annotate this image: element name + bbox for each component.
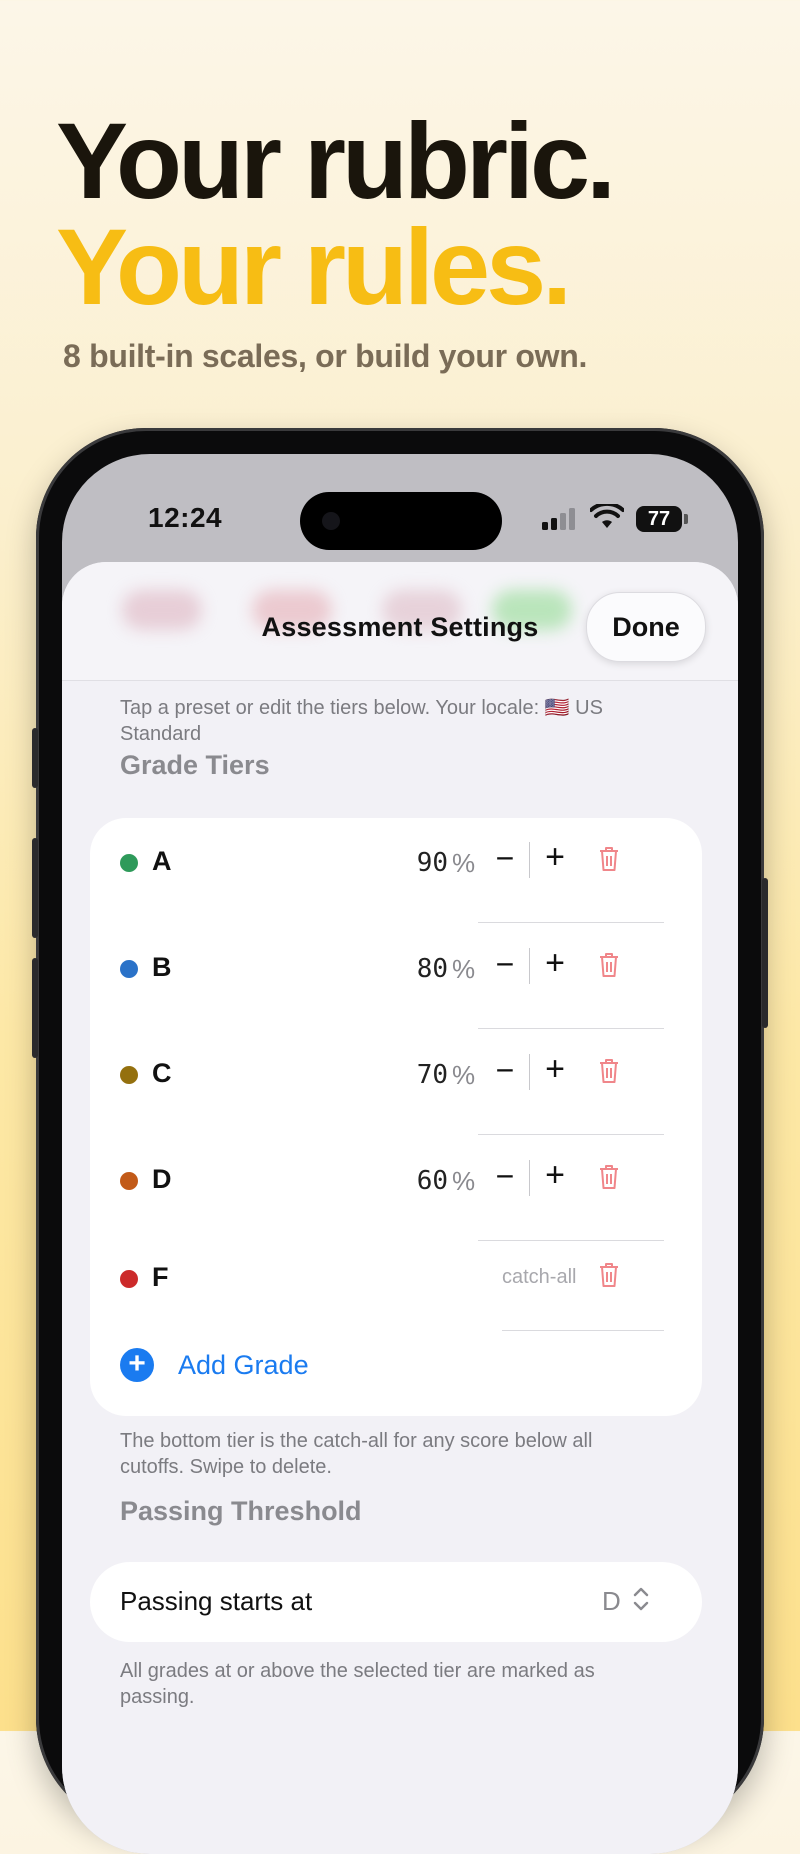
plus-circle-icon[interactable]: + [120,1348,154,1382]
stepper-divider [529,1160,530,1196]
passing-threshold-heading: Passing Threshold [120,1496,362,1526]
tier-letter: F [152,1262,169,1292]
catch-all-label: catch-all [502,1266,577,1288]
tier-color-dot [120,960,138,978]
row-divider [478,1028,664,1029]
add-grade-row[interactable]: + Add Grade [90,1348,702,1408]
tier-letter: D [152,1164,172,1194]
headline-line-2: Your rules. [56,206,572,327]
phone-screen: 12:24 77 Assessment Settings Done Tap a … [62,454,738,1854]
tier-row-f[interactable]: F catch-all [90,1240,702,1320]
locale-hint: Tap a preset or edit the tiers below. Yo… [120,697,603,745]
row-divider [478,1134,664,1135]
tier-cutoff-value[interactable]: 90 [398,848,448,878]
percent-sign: % [452,1166,476,1196]
tier-cutoff-value[interactable]: 60 [398,1166,448,1196]
tier-row-a[interactable]: A 90 % − + [90,824,702,904]
volume-down-button [32,958,38,1058]
grade-tiers-heading: Grade Tiers [120,750,270,780]
trash-icon[interactable] [598,1262,620,1288]
increment-button[interactable]: + [540,838,570,877]
stepper-divider [529,1054,530,1090]
battery-indicator: 77 [636,506,688,532]
tier-color-dot [120,854,138,872]
cellular-signal-icon [542,508,575,530]
trash-icon[interactable] [598,1058,620,1084]
decrement-button[interactable]: − [490,1158,520,1195]
passing-value[interactable]: D [602,1586,621,1617]
passing-threshold-picker[interactable]: Passing starts at D [90,1562,702,1642]
decrement-button[interactable]: − [490,946,520,983]
grade-tiers-card: A 90 % − + B 80 % − + C 70 % − + D 60 % … [90,818,702,1416]
camera-icon [322,512,340,530]
passing-footer: All grades at or above the selected tier… [120,1660,595,1708]
subtitle: 8 built-in scales, or build your own. [63,338,588,374]
headline-line-1: Your rubric. [56,100,616,221]
percent-sign: % [452,848,476,878]
tier-color-dot [120,1066,138,1084]
status-bar: 12:24 77 [62,492,738,552]
increment-button[interactable]: + [540,944,570,983]
add-grade-button[interactable]: Add Grade [178,1350,309,1381]
trash-icon[interactable] [598,952,620,978]
stepper-divider [529,948,530,984]
trash-icon[interactable] [598,1164,620,1190]
trash-icon[interactable] [598,846,620,872]
sheet-nav-bar: Assessment Settings Done [62,562,738,681]
passing-label: Passing starts at [120,1586,313,1616]
row-divider [502,1330,664,1331]
tier-row-d[interactable]: D 60 % − + [90,1142,702,1222]
decrement-button[interactable]: − [490,840,520,877]
tier-row-c[interactable]: C 70 % − + [90,1036,702,1116]
action-button [32,728,38,788]
increment-button[interactable]: + [540,1050,570,1089]
tier-color-dot [120,1172,138,1190]
stepper-divider [529,842,530,878]
row-divider [478,922,664,923]
percent-sign: % [452,1060,476,1090]
tier-letter: A [152,846,172,876]
dynamic-island [300,492,502,550]
volume-up-button [32,838,38,938]
tier-color-dot [120,1270,138,1288]
status-time: 12:24 [148,502,223,533]
wifi-icon [590,504,624,528]
increment-button[interactable]: + [540,1156,570,1195]
headline: Your rubric. Your rules. [56,100,616,327]
tier-letter: C [152,1058,172,1088]
power-button [762,878,768,1028]
tier-cutoff-value[interactable]: 80 [398,954,448,984]
decrement-button[interactable]: − [490,1052,520,1089]
chevron-up-down-icon [633,1587,649,1611]
percent-sign: % [452,954,476,984]
done-button[interactable]: Done [586,592,706,662]
tiers-footer: The bottom tier is the catch-all for any… [120,1430,593,1478]
tier-row-b[interactable]: B 80 % − + [90,930,702,1010]
tier-cutoff-value[interactable]: 70 [398,1060,448,1090]
tier-letter: B [152,952,172,982]
assessment-settings-sheet: Assessment Settings Done Tap a preset or… [62,562,738,1854]
phone-frame: 12:24 77 Assessment Settings Done Tap a … [32,428,768,1854]
